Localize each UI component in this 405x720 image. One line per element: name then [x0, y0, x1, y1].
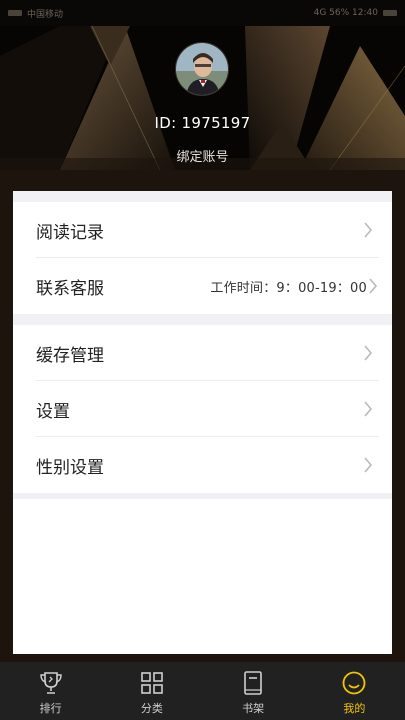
- chevron-right-icon: [367, 258, 379, 314]
- bottom-tab-bar: 排行 分类 书架 我的: [0, 662, 405, 720]
- group-gap: [13, 191, 392, 202]
- user-id: ID: 1975197: [154, 114, 251, 132]
- menu-item-cache-management[interactable]: 缓存管理: [13, 325, 392, 381]
- menu-item-reading-history[interactable]: 阅读记录: [13, 202, 392, 258]
- status-left: 中国移动: [8, 7, 63, 20]
- tab-mine[interactable]: 我的: [304, 662, 405, 720]
- smile-icon: [342, 671, 366, 695]
- group-gap: [13, 314, 392, 325]
- chevron-right-icon: [357, 325, 379, 381]
- chevron-right-icon: [357, 202, 379, 258]
- tab-ranking[interactable]: 排行: [0, 662, 101, 720]
- tab-bookshelf[interactable]: 书架: [203, 662, 304, 720]
- tab-category[interactable]: 分类: [101, 662, 202, 720]
- status-bar: 中国移动 4G 56% 12:40: [0, 0, 405, 26]
- menu-item-gender-settings[interactable]: 性别设置: [13, 437, 392, 493]
- menu-item-label: 联系客服: [36, 278, 104, 299]
- service-hours: 工作时间：9：00-19：00: [210, 280, 367, 296]
- grid-icon: [141, 672, 163, 694]
- profile-header: ID: 1975197 绑定账号: [0, 26, 405, 170]
- menu-item-label: 性别设置: [36, 457, 104, 478]
- menu-item-label: 阅读记录: [36, 222, 104, 243]
- menu-item-label: 缓存管理: [36, 345, 104, 366]
- avatar[interactable]: [175, 42, 229, 96]
- status-right: 4G 56% 12:40: [314, 8, 397, 18]
- menu-item-customer-service[interactable]: 联系客服 工作时间：9：00-19：00: [13, 258, 392, 314]
- menu-card: 阅读记录 联系客服 工作时间：9：00-19：00 缓存管理 设置 性别设置: [13, 191, 392, 654]
- bind-account-button[interactable]: 绑定账号: [0, 146, 405, 165]
- status-right-text: 4G 56% 12:40: [313, 8, 378, 18]
- group-gap: [13, 493, 392, 499]
- book-icon: [244, 671, 262, 695]
- tab-label: 书架: [242, 702, 265, 715]
- signal-icon: [8, 10, 22, 16]
- menu-item-settings[interactable]: 设置: [13, 381, 392, 437]
- battery-icon: [383, 10, 397, 16]
- chevron-right-icon: [357, 437, 379, 493]
- trophy-icon: [39, 672, 62, 694]
- profile-screen: 中国移动 4G 56% 12:40 ID: 1975197 绑定账号 阅读记录 …: [0, 0, 405, 720]
- tab-label: 排行: [39, 702, 62, 715]
- tab-label: 分类: [140, 702, 163, 715]
- chevron-right-icon: [357, 381, 379, 437]
- tab-label: 我的: [343, 702, 366, 715]
- avatar-image: [176, 43, 228, 95]
- menu-item-label: 设置: [36, 401, 70, 422]
- carrier-text: 中国移动: [27, 9, 64, 20]
